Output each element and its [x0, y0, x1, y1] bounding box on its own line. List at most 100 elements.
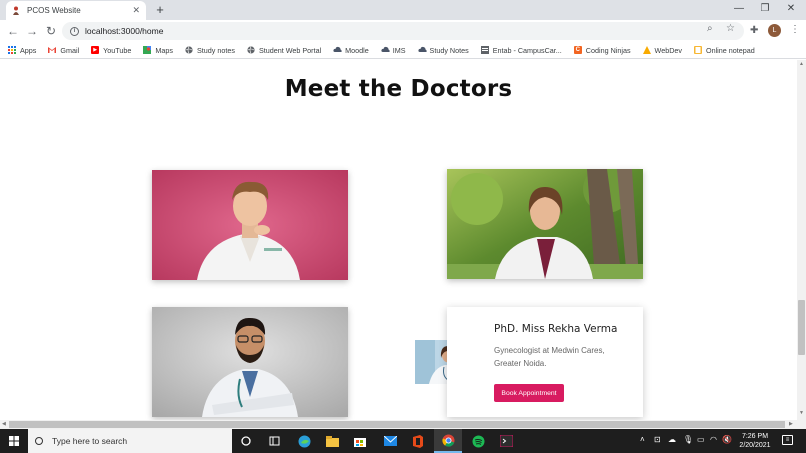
menu-kebab-icon[interactable]: ⋮ [790, 24, 800, 35]
globe-icon [247, 46, 255, 54]
apps-grid-icon [8, 46, 16, 54]
search-placeholder: Type here to search [52, 436, 128, 446]
scroll-down-arrow-icon[interactable]: ▼ [798, 410, 805, 416]
battery-icon[interactable]: ▭ [697, 435, 705, 444]
youtube-icon: ▶ [91, 46, 100, 54]
new-tab-button[interactable]: + [152, 1, 168, 19]
taskbar-search-box[interactable]: Type here to search [28, 429, 232, 453]
forward-button[interactable]: → [24, 23, 40, 39]
bookmark-star-icon[interactable]: ☆ [726, 23, 735, 34]
volume-muted-icon[interactable]: 🔇 [722, 435, 732, 444]
pcos-favicon-icon [13, 6, 19, 15]
gmail-icon [48, 46, 57, 54]
profile-avatar[interactable]: L [768, 24, 781, 37]
bookmark-moodle[interactable]: Moodle [333, 46, 369, 55]
bookmark-label: Gmail [60, 45, 80, 55]
bookmark-apps[interactable]: Apps [8, 46, 36, 55]
chrome-icon[interactable] [434, 429, 462, 453]
doctor-name: PhD. Miss Rekha Verma [494, 323, 618, 335]
back-button[interactable]: ← [5, 23, 21, 39]
maps-icon [143, 46, 152, 54]
globe-icon [185, 46, 193, 54]
search-icon [35, 437, 43, 445]
terminal-icon[interactable] [492, 429, 520, 453]
webdev-icon [642, 46, 651, 54]
reload-button[interactable]: ↻ [43, 23, 59, 39]
bookmark-label: Moodle [345, 45, 369, 55]
bookmark-ims[interactable]: IMS [381, 46, 406, 55]
bookmark-gmail[interactable]: Gmail [48, 46, 79, 55]
doctor-photo[interactable] [152, 307, 348, 417]
cloud-icon [417, 46, 427, 54]
doctor-photo[interactable] [447, 169, 643, 279]
spotify-icon[interactable] [464, 429, 492, 453]
browser-tab[interactable]: PCOS Website ✕ [6, 1, 146, 20]
horizontal-scroll-thumb[interactable] [9, 421, 785, 428]
book-appointment-button[interactable]: Book Appointment [494, 384, 564, 402]
bookmark-label: Coding Ninjas [585, 45, 631, 55]
mail-icon[interactable] [376, 429, 404, 453]
bookmark-webdev[interactable]: WebDev [642, 46, 682, 55]
cortana-icon[interactable] [232, 429, 260, 453]
url-text: localhost:3000/home [85, 26, 164, 36]
meet-now-icon[interactable]: ⊡ [654, 435, 661, 444]
task-view-icon[interactable] [260, 429, 288, 453]
vertical-scrollbar[interactable]: ▲ ▼ [797, 60, 806, 420]
start-button[interactable] [0, 429, 28, 453]
minimize-window-button[interactable]: — [726, 0, 752, 20]
bookmark-label: Study notes [197, 45, 235, 55]
address-bar[interactable]: i localhost:3000/home [62, 22, 744, 40]
restore-window-button[interactable]: ❐ [752, 0, 778, 20]
bookmark-coding-ninjas[interactable]: C Coding Ninjas [573, 45, 631, 55]
vertical-scroll-thumb[interactable] [798, 300, 805, 355]
clock-time: 7:26 PM [741, 433, 769, 440]
action-center-icon[interactable]: ≡ [782, 435, 793, 445]
office-icon[interactable] [404, 429, 432, 453]
show-hidden-icons-icon[interactable]: ˄ [640, 435, 645, 444]
doctor-photo[interactable] [152, 170, 348, 280]
scroll-right-arrow-icon[interactable]: ▶ [789, 420, 793, 429]
microphone-icon[interactable]: 🎙 [683, 435, 693, 444]
tab-strip: PCOS Website ✕ + — ❐ ✕ [0, 0, 806, 20]
bookmark-label: Student Web Portal [258, 45, 322, 55]
onedrive-icon[interactable]: ☁ [668, 435, 676, 444]
bookmark-student-web-portal[interactable]: Student Web Portal [247, 46, 321, 55]
tab-title: PCOS Website [27, 6, 81, 15]
system-clock[interactable]: 7:26 PM 2/20/2021 [735, 432, 775, 450]
horizontal-scrollbar[interactable]: ◀ ▶ [0, 420, 806, 429]
bookmark-label: Online notepad [705, 45, 755, 55]
close-tab-icon[interactable]: ✕ [132, 5, 140, 16]
microsoft-store-icon[interactable] [346, 429, 374, 453]
page-viewport: Meet the Doctors PhD. Miss Rekha Verma G… [0, 60, 797, 420]
bookmark-study-notes[interactable]: Study notes [185, 46, 235, 55]
page-title: Meet the Doctors [284, 76, 513, 102]
zoom-icon[interactable]: ⌕ [707, 23, 713, 34]
windows-taskbar: Type here to search ˄ ⊡ ☁ 🎙 ▭ ◠ 🔇 7:26 P… [0, 429, 806, 453]
doctor-info-card: PhD. Miss Rekha Verma Gynecologist at Me… [447, 307, 643, 417]
bookmark-entab-campuscar[interactable]: Entab - CampusCar... [480, 46, 562, 55]
notepad-icon [693, 46, 702, 54]
file-explorer-icon[interactable] [318, 429, 346, 453]
entab-icon [480, 46, 489, 54]
bookmark-label: Maps [155, 45, 173, 55]
bookmark-online-notepad[interactable]: Online notepad [693, 45, 755, 55]
bookmark-label: YouTube [103, 45, 132, 55]
scroll-up-arrow-icon[interactable]: ▲ [798, 61, 805, 67]
bookmark-study-notes[interactable]: Study Notes [417, 45, 469, 55]
extensions-puzzle-icon[interactable]: ✚ [750, 25, 758, 36]
wifi-icon[interactable]: ◠ [710, 435, 717, 444]
bookmark-youtube[interactable]: ▶ YouTube [91, 46, 131, 55]
bookmark-label: Study Notes [429, 45, 469, 55]
bookmarks-bar: Apps Gmail ▶ YouTube Maps Study notes Student … [0, 42, 806, 59]
windows-logo-icon [9, 436, 19, 446]
scroll-left-arrow-icon[interactable]: ◀ [2, 420, 6, 429]
bookmark-maps[interactable]: Maps [143, 46, 173, 55]
browser-toolbar: ← → ↻ i localhost:3000/home ⌕ ☆ [0, 20, 806, 42]
cloud-icon [333, 46, 342, 54]
edge-browser-icon[interactable] [290, 429, 318, 453]
close-window-button[interactable]: ✕ [778, 0, 804, 20]
bookmark-label: IMS [392, 45, 406, 55]
cloud-icon [381, 46, 390, 54]
bookmark-label: Apps [20, 45, 37, 55]
site-info-icon[interactable]: i [70, 26, 79, 36]
